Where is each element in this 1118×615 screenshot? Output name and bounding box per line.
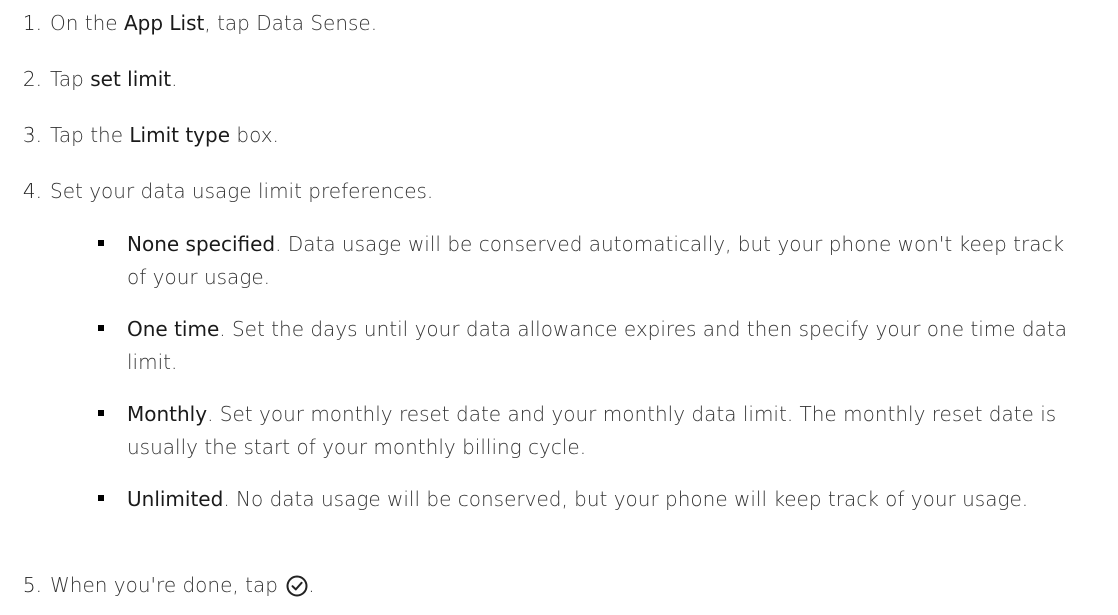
step-text: On the [50, 11, 124, 35]
step-number: 2. [22, 67, 42, 91]
option-one-time: One time. Set the days until your data a… [98, 313, 1087, 379]
step-text: , tap Data Sense. [204, 11, 378, 35]
option-name: None specified [127, 232, 276, 256]
option-unlimited: Unlimited. No data usage will be conserv… [98, 483, 1087, 516]
step-text: When you're done, tap [50, 573, 285, 597]
step-text: Set your data usage limit preferences. [50, 179, 434, 203]
step-5: 5. When you're done, tap . [0, 572, 315, 598]
instructions: 1. On the App List, tap Data Sense. 2. Tap… [0, 0, 1118, 615]
option-monthly: Monthly. Set your monthly reset date and… [98, 398, 1087, 464]
step-number: 3. [22, 123, 42, 147]
ui-term-limit-type: Limit type [129, 123, 231, 147]
option-none-specified: None specified. Data usage will be conse… [98, 228, 1087, 294]
option-name: One time [127, 317, 220, 341]
step-number: 4. [22, 179, 42, 203]
step-number: 5. [22, 573, 42, 597]
option-description: . Set the days until your data allowance… [127, 317, 1067, 374]
step-3: 3. Tap the Limit type box. [0, 122, 279, 148]
bullet [98, 325, 104, 331]
bullet [98, 410, 104, 416]
bullet [98, 240, 104, 246]
check-circle-icon [286, 575, 308, 597]
option-description: . Set your monthly reset date and your m… [127, 402, 1057, 459]
step-text: . [308, 573, 315, 597]
step-4: 4. Set your data usage limit preferences. [0, 178, 433, 204]
ui-term-set-limit: set limit [90, 67, 172, 91]
bullet [98, 495, 104, 501]
ui-term-app-list: App List [123, 11, 205, 35]
step-number: 1. [22, 11, 42, 35]
step-2: 2. Tap set limit. [0, 66, 178, 92]
step-text: . [171, 67, 178, 91]
step-text: Tap [50, 67, 91, 91]
option-description: . No data usage will be conserved, but y… [223, 487, 1029, 511]
option-name: Unlimited [127, 487, 224, 511]
step-text: Tap the [50, 123, 130, 147]
step-1: 1. On the App List, tap Data Sense. [0, 10, 377, 36]
step-text: box. [230, 123, 279, 147]
option-name: Monthly [127, 402, 208, 426]
